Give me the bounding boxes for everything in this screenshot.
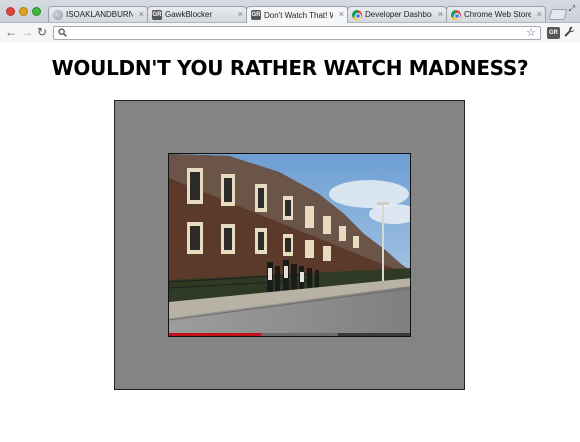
zoom-window-button[interactable] [32, 7, 41, 16]
minimize-window-button[interactable] [19, 7, 28, 16]
video-buffer-indicator [260, 333, 338, 336]
tab-developer-dashboard[interactable]: Developer Dashboard × [347, 6, 447, 22]
tab-title: Don't Watch That! Watc [264, 10, 333, 20]
reload-icon[interactable]: ↻ [37, 25, 47, 39]
tab-title: Developer Dashboard [365, 10, 432, 19]
tab-isoaklandburning[interactable]: ISOAKLANDBURNING.C × [48, 6, 148, 22]
page-heading: WOULDN'T YOU RATHER WATCH MADNESS? [51, 56, 529, 80]
close-icon[interactable]: × [438, 9, 443, 19]
tab-title: GawkBlocker [165, 10, 213, 19]
bookmark-star-icon[interactable]: ☆ [526, 26, 536, 39]
chrome-store-icon [352, 9, 362, 20]
video-player[interactable] [168, 153, 411, 337]
address-bar[interactable]: ☆ [53, 26, 541, 40]
chrome-store-icon [451, 9, 461, 20]
browser-chrome: ISOAKLANDBURNING.C × GR GawkBlocker × GR… [0, 0, 580, 42]
gawkblocker-extension-button[interactable]: GR [547, 27, 560, 39]
wrench-menu-icon[interactable] [564, 26, 575, 40]
forward-icon[interactable]: → [21, 25, 33, 39]
back-icon[interactable]: ← [5, 25, 17, 39]
video-progress-fill [169, 333, 261, 336]
fullscreen-icon[interactable]: ⤢ [569, 4, 575, 14]
tab-chrome-web-store[interactable]: Chrome Web Store - ga × [446, 6, 546, 22]
gawkblocker-icon: GR [251, 10, 261, 20]
tab-gawkblocker[interactable]: GR GawkBlocker × [147, 6, 247, 22]
close-icon[interactable]: × [537, 9, 542, 19]
close-window-button[interactable] [6, 7, 15, 16]
video-still-image [169, 154, 410, 336]
globe-icon [53, 9, 63, 20]
tab-title: Chrome Web Store - ga [464, 10, 531, 19]
tab-strip: ISOAKLANDBURNING.C × GR GawkBlocker × GR… [0, 0, 580, 23]
gawkblocker-icon: GR [152, 9, 162, 20]
video-progress-bar[interactable] [169, 333, 410, 336]
video-frame [114, 100, 465, 390]
close-icon[interactable]: × [238, 9, 243, 19]
new-tab-button[interactable] [548, 9, 568, 20]
search-icon [58, 28, 67, 39]
tab-dont-watch-that[interactable]: GR Don't Watch That! Watc × [246, 6, 348, 23]
close-icon[interactable]: × [339, 9, 344, 19]
close-icon[interactable]: × [139, 9, 144, 19]
toolbar: ← → ↻ ☆ GR [0, 22, 580, 42]
tab-title: ISOAKLANDBURNING.C [66, 10, 133, 19]
